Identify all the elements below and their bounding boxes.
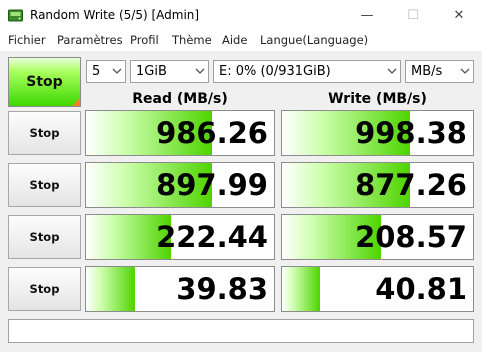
disk-app-icon xyxy=(8,9,23,22)
menu-fichier[interactable]: Fichier xyxy=(8,33,46,47)
close-icon: ✕ xyxy=(453,8,465,23)
row-stop-button[interactable]: Stop xyxy=(8,267,81,311)
minimize-icon: — xyxy=(360,8,374,23)
corner-marker xyxy=(72,98,80,106)
write-value: 208.57 xyxy=(355,220,467,254)
comment-field[interactable] xyxy=(8,319,474,343)
minimize-button[interactable]: — xyxy=(344,0,390,31)
write-result-cell: 877.26 xyxy=(281,162,474,208)
count-value: 5 xyxy=(92,64,101,79)
unit-select[interactable]: MB/s xyxy=(405,60,474,83)
read-result-cell: 222.44 xyxy=(85,214,275,260)
maximize-icon: ☐ xyxy=(407,8,419,23)
write-value: 40.81 xyxy=(375,272,467,306)
read-value: 222.44 xyxy=(156,220,268,254)
unit-value: MB/s xyxy=(411,64,443,79)
write-result-cell: 998.38 xyxy=(281,110,474,156)
row-stop-label: Stop xyxy=(29,126,60,140)
size-value: 1GiB xyxy=(136,64,167,79)
read-value: 39.83 xyxy=(176,272,268,306)
menu-profil[interactable]: Profil xyxy=(130,33,159,47)
row-stop-button[interactable]: Stop xyxy=(8,215,81,259)
read-value: 986.26 xyxy=(156,116,268,150)
read-progress-bar xyxy=(86,267,135,311)
write-result-cell: 208.57 xyxy=(281,214,474,260)
write-result-cell: 40.81 xyxy=(281,266,474,312)
read-result-cell: 986.26 xyxy=(85,110,275,156)
chevron-down-icon xyxy=(195,68,205,74)
write-progress-bar xyxy=(282,267,321,311)
menu-parametres[interactable]: Paramètres xyxy=(57,33,123,47)
drive-value: E: 0% (0/931GiB) xyxy=(219,64,331,79)
chevron-down-icon xyxy=(112,68,122,74)
chevron-down-icon xyxy=(387,68,397,74)
write-value: 998.38 xyxy=(355,116,467,150)
read-value: 897.99 xyxy=(156,168,268,202)
row-stop-label: Stop xyxy=(29,230,60,244)
menu-theme[interactable]: Thème xyxy=(172,33,212,47)
window-title: Random Write (5/5) [Admin] xyxy=(30,8,200,22)
maximize-button[interactable]: ☐ xyxy=(390,0,436,31)
menu-language[interactable]: Langue(Language) xyxy=(260,33,368,47)
title-bar: Random Write (5/5) [Admin] — ☐ ✕ xyxy=(0,0,482,31)
menu-aide[interactable]: Aide xyxy=(222,33,247,47)
count-select[interactable]: 5 xyxy=(86,60,126,83)
menu-bar: Fichier Paramètres Profil Thème Aide Lan… xyxy=(0,31,482,51)
read-result-cell: 39.83 xyxy=(85,266,275,312)
row-stop-label: Stop xyxy=(29,282,60,296)
close-button[interactable]: ✕ xyxy=(436,0,482,31)
stop-all-button[interactable]: Stop xyxy=(8,57,81,107)
write-header: Write (MB/s) xyxy=(328,91,427,107)
size-select[interactable]: 1GiB xyxy=(130,60,209,83)
drive-select[interactable]: E: 0% (0/931GiB) xyxy=(213,60,401,83)
row-stop-label: Stop xyxy=(29,178,60,192)
row-stop-button[interactable]: Stop xyxy=(8,111,81,155)
row-stop-button[interactable]: Stop xyxy=(8,163,81,207)
read-header: Read (MB/s) xyxy=(132,91,228,107)
read-result-cell: 897.99 xyxy=(85,162,275,208)
chevron-down-icon xyxy=(460,68,470,74)
stop-all-label: Stop xyxy=(26,74,63,90)
write-value: 877.26 xyxy=(355,168,467,202)
